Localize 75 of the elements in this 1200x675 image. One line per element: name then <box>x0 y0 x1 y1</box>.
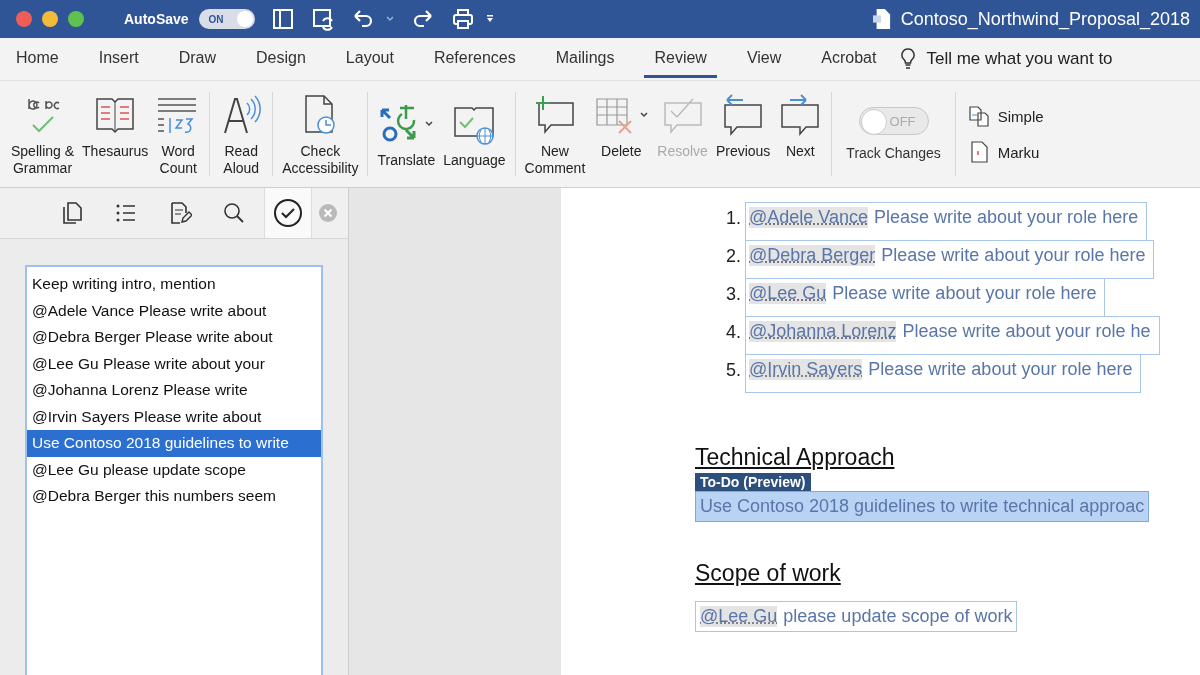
todo-list-item[interactable]: @Adele Vance Please write about <box>27 297 321 324</box>
task-text: Please write about your role he <box>902 321 1151 342</box>
todo-list-item[interactable]: @Lee Gu please update scope <box>27 456 321 483</box>
section-heading: Scope of work <box>695 560 841 587</box>
ribbon-button[interactable]: Next <box>775 89 826 162</box>
ribbon-button[interactable]: Previous <box>712 89 774 162</box>
list-number: 3. <box>725 283 741 305</box>
ribbon-button[interactable]: New Comment <box>521 89 589 179</box>
todo-list-item[interactable]: @Debra Berger this numbers seem <box>27 483 321 510</box>
ribbon-tab[interactable]: Draw <box>168 40 227 78</box>
list-number: 5. <box>725 359 741 381</box>
todo-list-item[interactable]: @Lee Gu Please write about your <box>27 350 321 377</box>
ribbon-tab[interactable]: Mailings <box>545 40 625 78</box>
ribbon-tab[interactable]: Review <box>644 40 717 78</box>
ribbon-button[interactable]: Language <box>440 97 509 171</box>
task-text: please update scope of work <box>783 606 1013 627</box>
todo-list-item[interactable]: Keep writing intro, mention <box>27 271 321 298</box>
save-icon[interactable] <box>310 7 335 31</box>
ribbon-tab[interactable]: Design <box>246 40 316 78</box>
ribbon-button[interactable]: Check Accessibility <box>279 89 362 179</box>
task-text: Use Contoso 2018 guidelines to write technical approac <box>700 496 1145 517</box>
mention-link[interactable]: @Lee Gu <box>749 283 827 304</box>
sidebar-icon[interactable] <box>270 7 295 31</box>
lightbulb-icon <box>900 48 917 70</box>
list-number: 1. <box>725 207 741 229</box>
list-number: 2. <box>725 245 741 267</box>
mention-link[interactable]: @Adele Vance <box>749 207 868 228</box>
task-text: Please write about your role here <box>868 359 1133 380</box>
caret-icon[interactable] <box>384 14 395 24</box>
ribbon-tab[interactable]: Insert <box>88 40 149 78</box>
ribbon-button[interactable]: Spelling & Grammar <box>8 89 78 179</box>
todo-list-item[interactable]: @Debra Berger Please write about <box>27 324 321 351</box>
compare-pages-icon <box>967 105 990 127</box>
tell-me-field[interactable]: Tell me what you want to <box>900 48 1200 70</box>
markup-option[interactable]: Marku <box>967 141 1044 163</box>
ribbon-tab[interactable]: Layout <box>335 40 404 78</box>
ribbon-tab[interactable]: View <box>736 40 792 78</box>
markup-option[interactable]: Simple <box>967 105 1044 127</box>
list-number: 4. <box>725 321 741 343</box>
minimize-button[interactable] <box>42 11 58 27</box>
zoom-button[interactable] <box>68 11 84 27</box>
todo-list-item[interactable]: @Irvin Sayers Please write about <box>27 403 321 430</box>
ribbon-tab[interactable]: References <box>423 40 526 78</box>
checkmark-circle-icon <box>273 198 303 228</box>
ribbon-button[interactable]: Word Count <box>153 89 204 179</box>
ribbon-button[interactable]: Thesaurus <box>79 89 152 162</box>
customize-icon[interactable] <box>484 14 495 24</box>
caret-icon <box>424 118 435 129</box>
ribbon-tab[interactable]: Acrobat <box>811 40 887 78</box>
task-text: Please write about your role here <box>832 283 1097 304</box>
todo-list-item[interactable]: @Johanna Lorenz Please write <box>27 377 321 404</box>
pane-tab[interactable] <box>264 188 312 238</box>
caret-icon <box>639 110 650 120</box>
section-heading: Technical Approach <box>695 444 895 471</box>
task-text: Please write about your role here <box>874 207 1139 228</box>
mention-link[interactable]: @Lee Gu <box>700 606 778 627</box>
mention-link[interactable]: @Irvin Sayers <box>749 359 863 380</box>
todo-preview-label: To-Do (Preview) <box>695 473 811 491</box>
ribbon-button[interactable]: Delete <box>590 89 653 162</box>
task-text: Please write about your role here <box>881 245 1146 266</box>
pages-icon <box>60 201 84 225</box>
document-title: Contoso_Northwind_Proposal_2018 <box>900 8 1190 30</box>
document-edit-icon <box>168 201 192 225</box>
document-icon <box>872 8 891 30</box>
ribbon-button[interactable]: Read Aloud <box>216 89 267 179</box>
autosave-label: AutoSave <box>124 11 189 27</box>
mention-link[interactable]: @Johanna Lorenz <box>749 321 897 342</box>
track-changes-label: Track Changes <box>846 145 941 161</box>
autosave-toggle[interactable]: ON <box>198 9 255 29</box>
todo-list-item[interactable]: Use Contoso 2018 guidelines to write <box>27 430 321 457</box>
ribbon-tab[interactable]: Home <box>6 40 69 78</box>
search-icon <box>222 201 246 225</box>
ribbon-button[interactable]: Translate <box>374 97 439 171</box>
print-icon[interactable] <box>450 7 475 31</box>
mention-link[interactable]: @Debra Berger <box>749 245 876 266</box>
